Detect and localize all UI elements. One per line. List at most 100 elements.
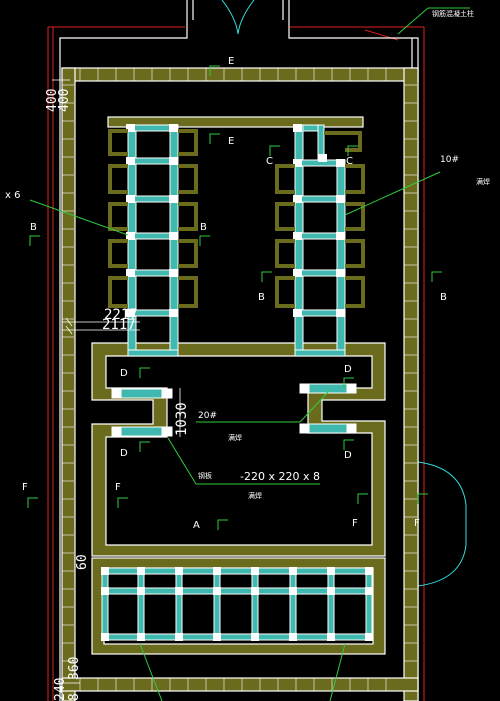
- cad-drawing-canvas: E E C C B B B B D D D D F F F F A x 6 10…: [0, 0, 500, 701]
- grid-node: [175, 567, 183, 575]
- right-door: [417, 461, 467, 587]
- bracket-marker: [269, 145, 280, 156]
- right-tooth: [345, 239, 365, 268]
- label-d-1: D: [120, 368, 128, 379]
- right-node: [336, 269, 345, 277]
- grid-node: [175, 633, 183, 641]
- grid-node: [213, 587, 221, 595]
- bracket-marker: [209, 133, 220, 144]
- left-tooth: [108, 202, 128, 231]
- grid-beam-vertical: [137, 567, 145, 641]
- bracket-marker: [199, 235, 210, 246]
- label-e-top: E: [228, 56, 234, 67]
- annotation-20: 20#: [198, 411, 217, 421]
- label-c-right: C: [346, 156, 353, 167]
- dim-mid-b: 2117: [102, 317, 136, 333]
- top-door: [221, 0, 255, 35]
- label-b-far-left: B: [30, 222, 37, 233]
- grid-node: [137, 587, 145, 595]
- bracket-marker: [431, 271, 442, 282]
- right-tooth: [345, 164, 365, 194]
- right-tooth: [275, 164, 295, 194]
- grid-node: [365, 567, 373, 575]
- grid-beam-vertical: [175, 567, 183, 641]
- left-node: [126, 232, 135, 240]
- label-b-left: B: [200, 222, 207, 233]
- right-node: [293, 309, 302, 317]
- grid-node: [289, 633, 297, 641]
- bracket-marker: [27, 497, 38, 508]
- grid-beam-vertical: [289, 567, 297, 641]
- grid-node: [289, 587, 297, 595]
- label-b-right: B: [440, 292, 447, 303]
- grid-node: [327, 587, 335, 595]
- right-tooth: [275, 202, 295, 231]
- left-node: [169, 195, 178, 203]
- left-node: [169, 269, 178, 277]
- label-f-far-left: F: [22, 482, 28, 493]
- right-node: [336, 195, 345, 203]
- dim-bottom-360: 360: [67, 657, 82, 680]
- annotation-formula: -220 x 220 x 8: [240, 470, 320, 483]
- annotation-x6: x 6: [5, 190, 20, 201]
- label-f-right: F: [414, 518, 420, 529]
- grid-node: [101, 633, 109, 641]
- right-tooth: [275, 276, 295, 308]
- grid-node: [251, 567, 259, 575]
- left-tooth: [178, 276, 198, 308]
- grid-beam-vertical: [365, 567, 373, 641]
- bracket-marker: [29, 235, 40, 246]
- annotation-10: 10#: [440, 155, 459, 165]
- dim-bottom-8: 8: [67, 693, 82, 701]
- left-tooth: [178, 164, 198, 194]
- right-node: [336, 159, 345, 167]
- left-tooth: [178, 239, 198, 268]
- left-comb-teeth: [108, 129, 198, 308]
- grid-node: [289, 567, 297, 575]
- left-node: [126, 195, 135, 203]
- floor-plan-drawing: E E C C B B B B D D D D F F F F A x 6 10…: [5, 0, 490, 701]
- right-tooth: [324, 131, 362, 152]
- grid-node: [327, 633, 335, 641]
- right-node: [293, 269, 302, 277]
- grid-node: [101, 587, 109, 595]
- grid-node: [251, 587, 259, 595]
- grid-node: [251, 633, 259, 641]
- grid-beam-vertical: [251, 567, 259, 641]
- left-tooth: [108, 276, 128, 308]
- grid-node: [213, 567, 221, 575]
- label-e-mid: E: [228, 136, 234, 147]
- label-d-2: D: [344, 364, 352, 375]
- left-node: [126, 157, 135, 165]
- left-tooth: [178, 202, 198, 231]
- annotation-formula-sub: 满焊: [248, 491, 262, 500]
- left-node: [126, 269, 135, 277]
- left-tooth: [108, 129, 128, 156]
- label-d-3: D: [120, 448, 128, 459]
- right-node: [293, 124, 302, 132]
- left-tooth: [178, 129, 198, 156]
- grid-beam-vertical: [213, 567, 221, 641]
- grid-beam-vertical: [101, 567, 109, 641]
- label-f-left: F: [115, 482, 121, 493]
- grid-node: [365, 633, 373, 641]
- annotation-10-sub: 满焊: [476, 177, 490, 186]
- left-tooth: [108, 239, 128, 268]
- label-f-mid: F: [352, 518, 358, 529]
- left-node: [169, 309, 178, 317]
- label-d-4: D: [344, 450, 352, 461]
- dim-side-60: 60: [75, 554, 90, 570]
- right-node: [336, 232, 345, 240]
- dim-bottom-240: 240: [53, 678, 68, 701]
- label-a: A: [193, 520, 200, 531]
- grid-node: [175, 587, 183, 595]
- right-node: [293, 195, 302, 203]
- grid-node: [213, 633, 221, 641]
- annotation-20-sub: 满焊: [228, 433, 242, 442]
- grid-node: [101, 567, 109, 575]
- bracket-marker: [417, 493, 428, 504]
- right-tooth: [275, 239, 295, 268]
- grid-node: [137, 567, 145, 575]
- grid-node: [137, 633, 145, 641]
- grid-node: [327, 567, 335, 575]
